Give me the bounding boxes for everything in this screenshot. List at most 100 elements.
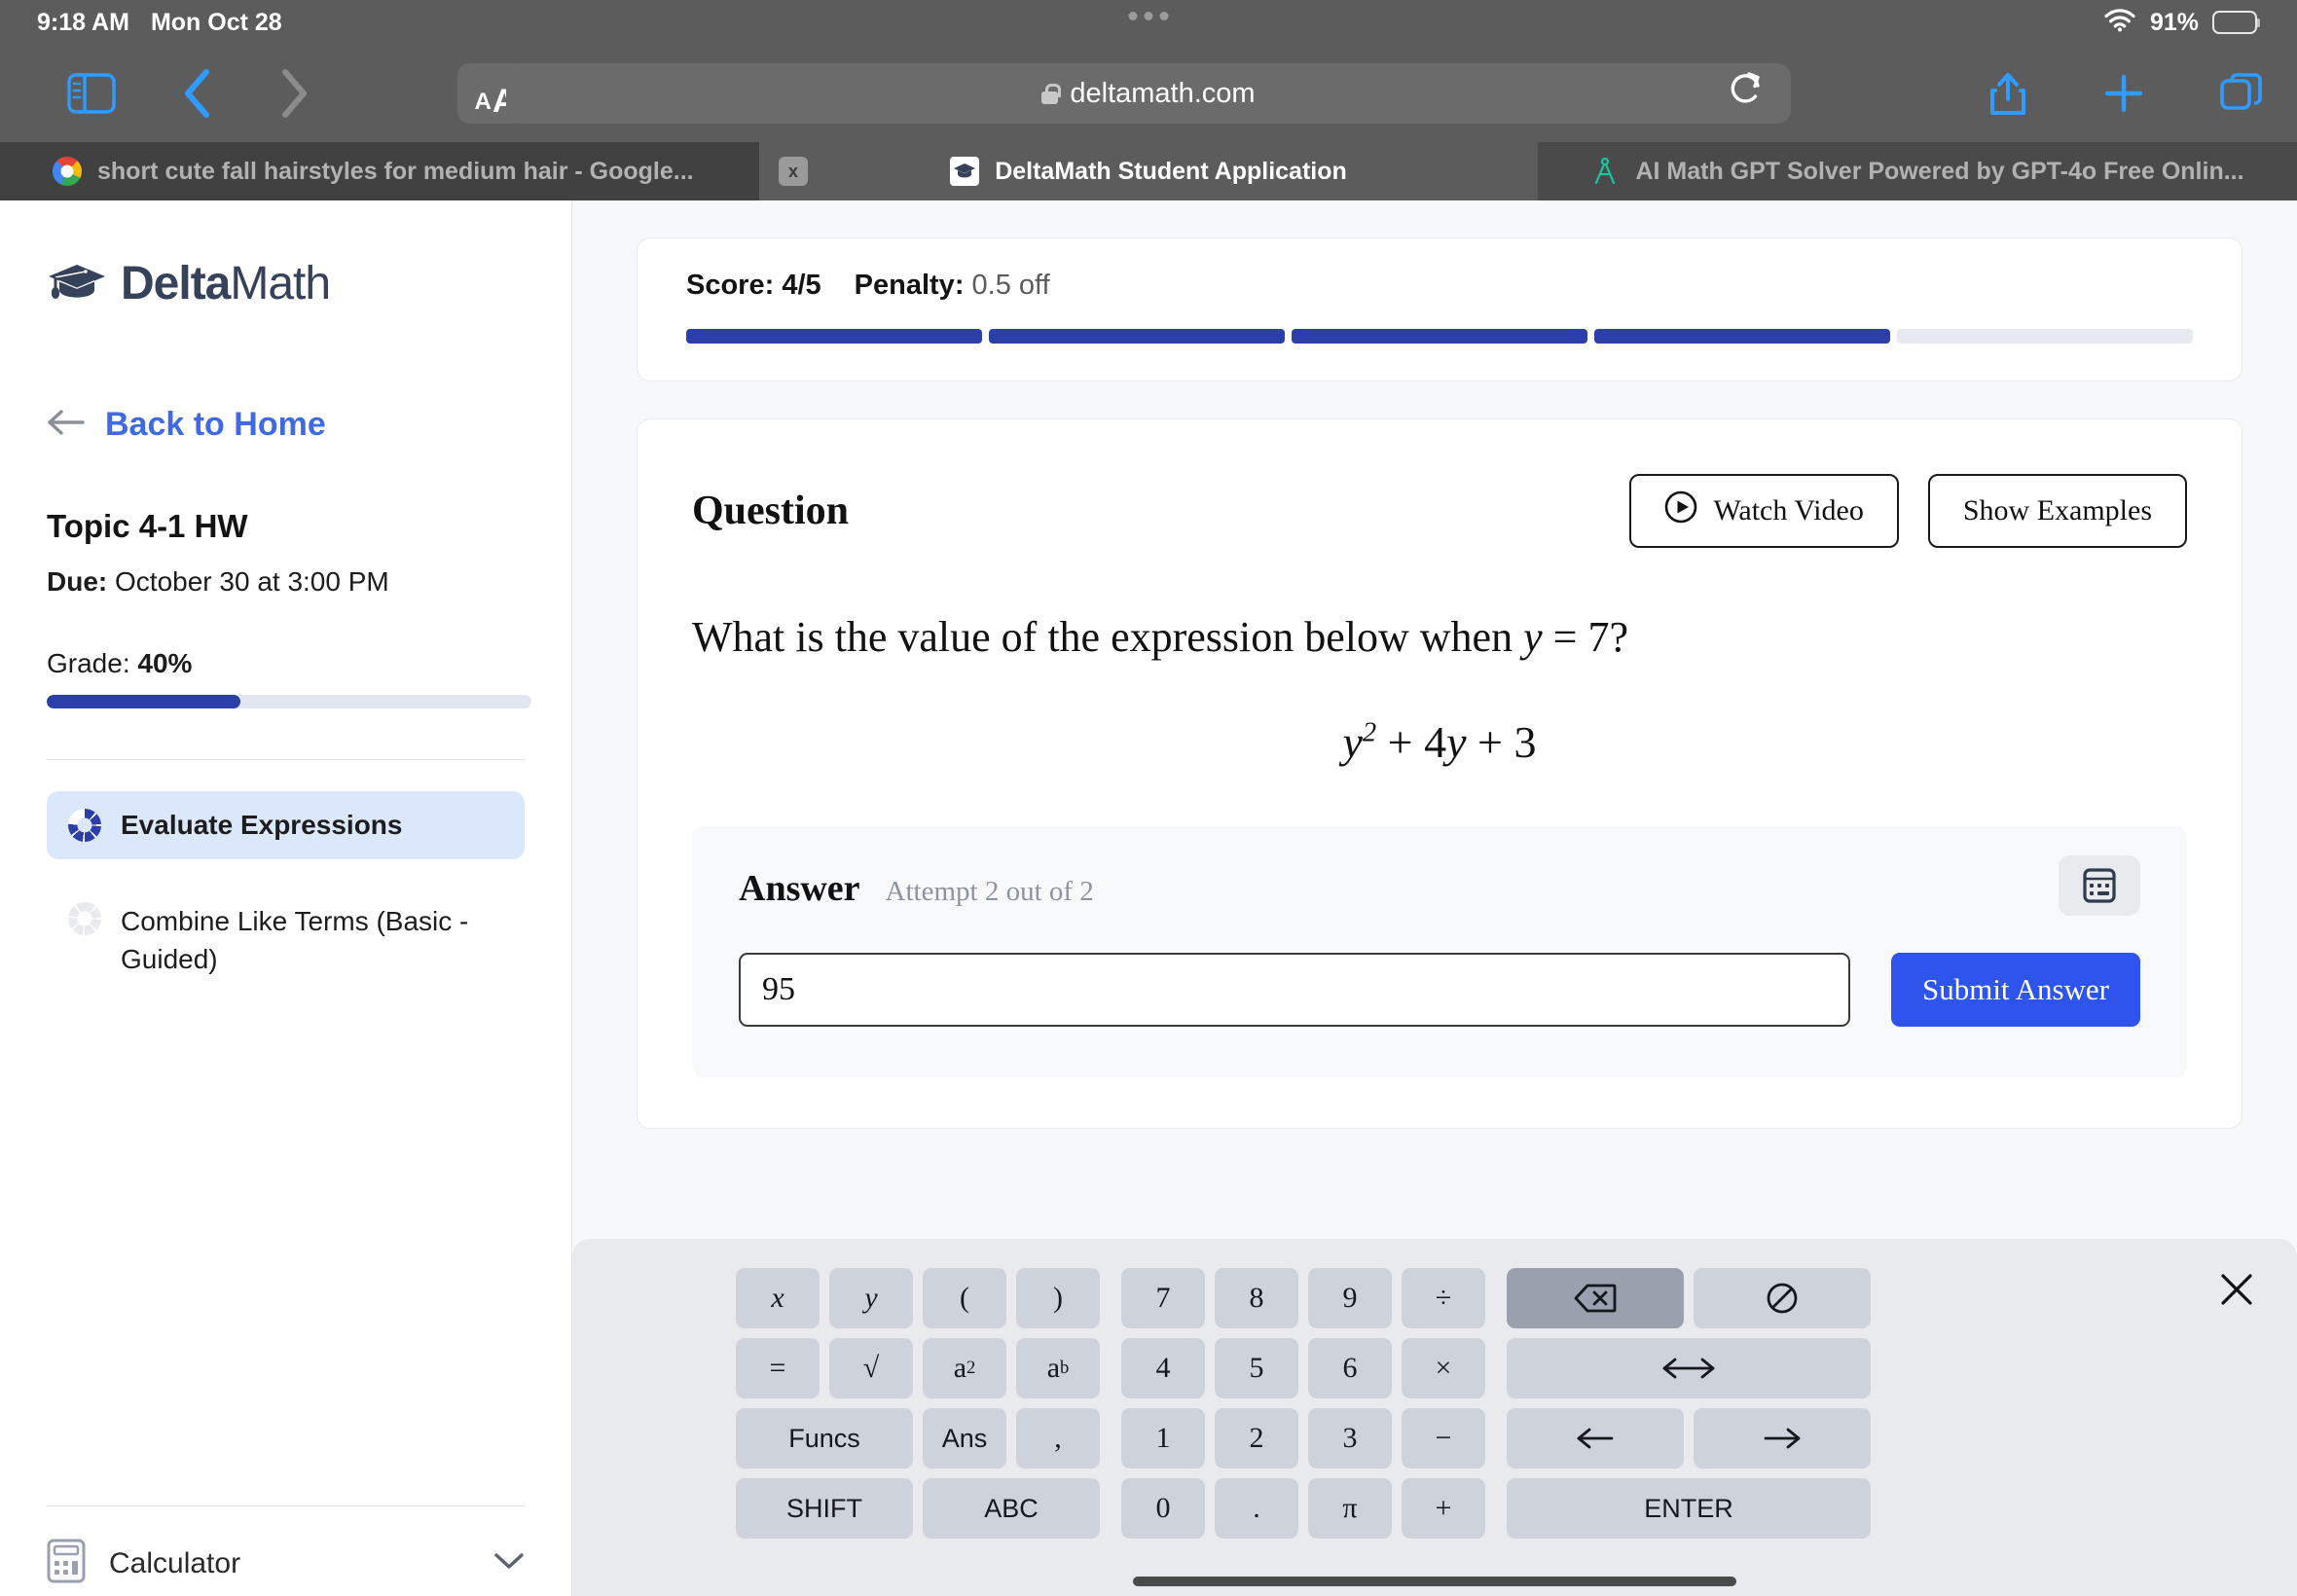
grade-line: Grade: 40% <box>47 648 525 679</box>
key-decimal[interactable]: . <box>1215 1478 1298 1539</box>
key-9[interactable]: 9 <box>1308 1268 1392 1328</box>
key-pi[interactable]: π <box>1308 1478 1392 1539</box>
penalty-label: Penalty: <box>854 270 965 301</box>
keyboard-row: x y() <box>736 1268 1100 1328</box>
key-abc[interactable]: ABC <box>923 1478 1100 1539</box>
browser-tab-google-search[interactable]: short cute fall hairstyles for medium ha… <box>0 142 759 200</box>
close-tab-button[interactable]: x <box>779 157 808 186</box>
watch-video-button[interactable]: Watch Video <box>1629 474 1899 548</box>
keyboard-symbol-block: x y() = √ a 2 a b Funcs Ans, SHIFT ABC <box>736 1268 1100 1539</box>
close-icon[interactable] <box>2217 1270 2256 1314</box>
lock-icon <box>1041 83 1061 104</box>
address-bar[interactable]: deltamath.com <box>506 63 1791 124</box>
play-circle-icon <box>1664 490 1697 531</box>
calculator-toggle[interactable]: Calculator <box>47 1539 526 1588</box>
key-multiply[interactable]: × <box>1402 1338 1485 1398</box>
key-2[interactable]: 2 <box>1215 1408 1298 1469</box>
sidebar-toggle-icon[interactable] <box>64 71 119 116</box>
key-equals[interactable]: = <box>736 1338 820 1398</box>
key-7[interactable]: 7 <box>1121 1268 1205 1328</box>
key-enter[interactable]: ENTER <box>1507 1478 1871 1539</box>
answer-header: Answer Attempt 2 out of 2 <box>739 867 2140 910</box>
key-plus[interactable]: + <box>1402 1478 1485 1539</box>
tab-title: short cute fall hairstyles for medium ha… <box>97 157 694 185</box>
back-to-home-label: Back to Home <box>105 406 326 443</box>
grade-label: Grade: <box>47 648 130 678</box>
key-x[interactable]: x <box>736 1268 820 1328</box>
key-ans[interactable]: Ans <box>923 1408 1006 1469</box>
status-date: Mon Oct 28 <box>150 8 282 36</box>
keyboard-row: 4 5 6 × <box>1121 1338 1485 1398</box>
score-label: Score: <box>686 270 775 301</box>
score-line: Score: 4/5 Penalty: 0.5 off <box>686 270 2193 302</box>
forward-button[interactable] <box>267 67 321 120</box>
sidebar-item-combine-like-terms[interactable]: Combine Like Terms (Basic - Guided) <box>47 885 525 996</box>
tab-overview-icon[interactable] <box>2219 71 2264 116</box>
key-1[interactable]: 1 <box>1121 1408 1205 1469</box>
key-y[interactable]: y <box>829 1268 913 1328</box>
key-funcs[interactable]: Funcs <box>736 1408 913 1469</box>
browser-tab-ai-math-gpt[interactable]: AI Math GPT Solver Powered by GPT-4o Fre… <box>1538 142 2297 200</box>
assignment-due: Due: October 30 at 3:00 PM <box>47 566 525 598</box>
key-shift[interactable]: SHIFT <box>736 1478 913 1539</box>
sidebar-item-evaluate-expressions[interactable]: Evaluate Expressions <box>47 791 525 859</box>
key-backspace[interactable] <box>1507 1268 1684 1328</box>
key-comma[interactable]: , <box>1016 1408 1100 1469</box>
deltamath-logo: DeltaMath <box>47 257 525 310</box>
plus-icon[interactable] <box>2102 72 2145 115</box>
math-keyboard: x y() = √ a 2 a b Funcs Ans, SHIFT ABC 7 8 9 ÷ 4 5 6 × 1 2 3−… <box>572 1239 2297 1596</box>
status-time: 9:18 AM <box>37 8 129 36</box>
key-open-paren[interactable]: ( <box>923 1268 1006 1328</box>
key-clear[interactable] <box>1694 1268 1871 1328</box>
key-8[interactable]: 8 <box>1215 1268 1298 1328</box>
back-button[interactable] <box>169 67 224 120</box>
prompt-value: 7? <box>1587 613 1628 661</box>
keyboard-grid: x y() = √ a 2 a b Funcs Ans, SHIFT ABC 7 8 9 ÷ 4 5 6 × 1 2 3−… <box>736 1268 1871 1539</box>
key-5[interactable]: 5 <box>1215 1338 1298 1398</box>
answer-input[interactable]: 95 <box>739 953 1850 1027</box>
share-icon[interactable] <box>1987 69 2028 118</box>
key-close-paren[interactable]: ) <box>1016 1268 1100 1328</box>
deltamath-icon <box>950 157 980 186</box>
show-examples-button[interactable]: Show Examples <box>1927 474 2187 548</box>
expr-exponent: 2 <box>1362 717 1377 748</box>
answer-section: Answer Attempt 2 out of 2 95 Submit Answ… <box>692 826 2187 1077</box>
chevron-down-icon[interactable] <box>492 1550 526 1577</box>
key-3[interactable]: 3 <box>1308 1408 1392 1469</box>
key-minus[interactable]: − <box>1402 1408 1485 1469</box>
keyboard-row: Funcs Ans, <box>736 1408 1100 1469</box>
key-divide[interactable]: ÷ <box>1402 1268 1485 1328</box>
key-0[interactable]: 0 <box>1121 1478 1205 1539</box>
keyboard-icon[interactable] <box>2059 855 2140 916</box>
browser-tab-deltamath[interactable]: x DeltaMath Student Application <box>759 142 1538 200</box>
battery-percent: 91% <box>2149 8 2199 36</box>
status-left: 9:18 AM Mon Oct 28 <box>37 9 282 37</box>
tab-title: AI Math GPT Solver Powered by GPT-4o Fre… <box>1635 157 2244 185</box>
key-a-to-the-b[interactable]: ab <box>1016 1338 1100 1398</box>
keyboard-row: SHIFT ABC <box>736 1478 1100 1539</box>
key-arrow-left[interactable] <box>1507 1408 1684 1469</box>
keyboard-action-block: ENTER <box>1507 1268 1871 1539</box>
key-sqrt[interactable]: √ <box>829 1338 913 1398</box>
submit-answer-button[interactable]: Submit Answer <box>1891 953 2140 1027</box>
status-right: 91% <box>2103 7 2260 39</box>
expr-plus-1: + <box>1387 717 1413 767</box>
key-6[interactable]: 6 <box>1308 1338 1392 1398</box>
prompt-variable: y <box>1523 613 1543 661</box>
key-4[interactable]: 4 <box>1121 1338 1205 1398</box>
score-card: Score: 4/5 Penalty: 0.5 off <box>637 237 2242 381</box>
key-arrow-right[interactable] <box>1694 1408 1871 1469</box>
text-size-small-a: A <box>474 89 492 115</box>
back-to-home-link[interactable]: Back to Home <box>47 406 525 444</box>
logo-text: DeltaMath <box>121 257 331 310</box>
reload-icon[interactable] <box>1729 70 1764 117</box>
key-resize[interactable] <box>1507 1338 1871 1398</box>
attempt-counter: Attempt 2 out of 2 <box>885 876 1094 907</box>
score-segment <box>1292 329 1587 344</box>
keyboard-numeric-block: 7 8 9 ÷ 4 5 6 × 1 2 3− 0. π + <box>1121 1268 1485 1539</box>
grade-progress-bar <box>47 695 531 708</box>
expr-constant: 3 <box>1513 717 1537 767</box>
keyboard-row: 0. π + <box>1121 1478 1485 1539</box>
question-expression: y2 + 4y + 3 <box>692 716 2187 768</box>
key-a-squared[interactable]: a2 <box>923 1338 1006 1398</box>
